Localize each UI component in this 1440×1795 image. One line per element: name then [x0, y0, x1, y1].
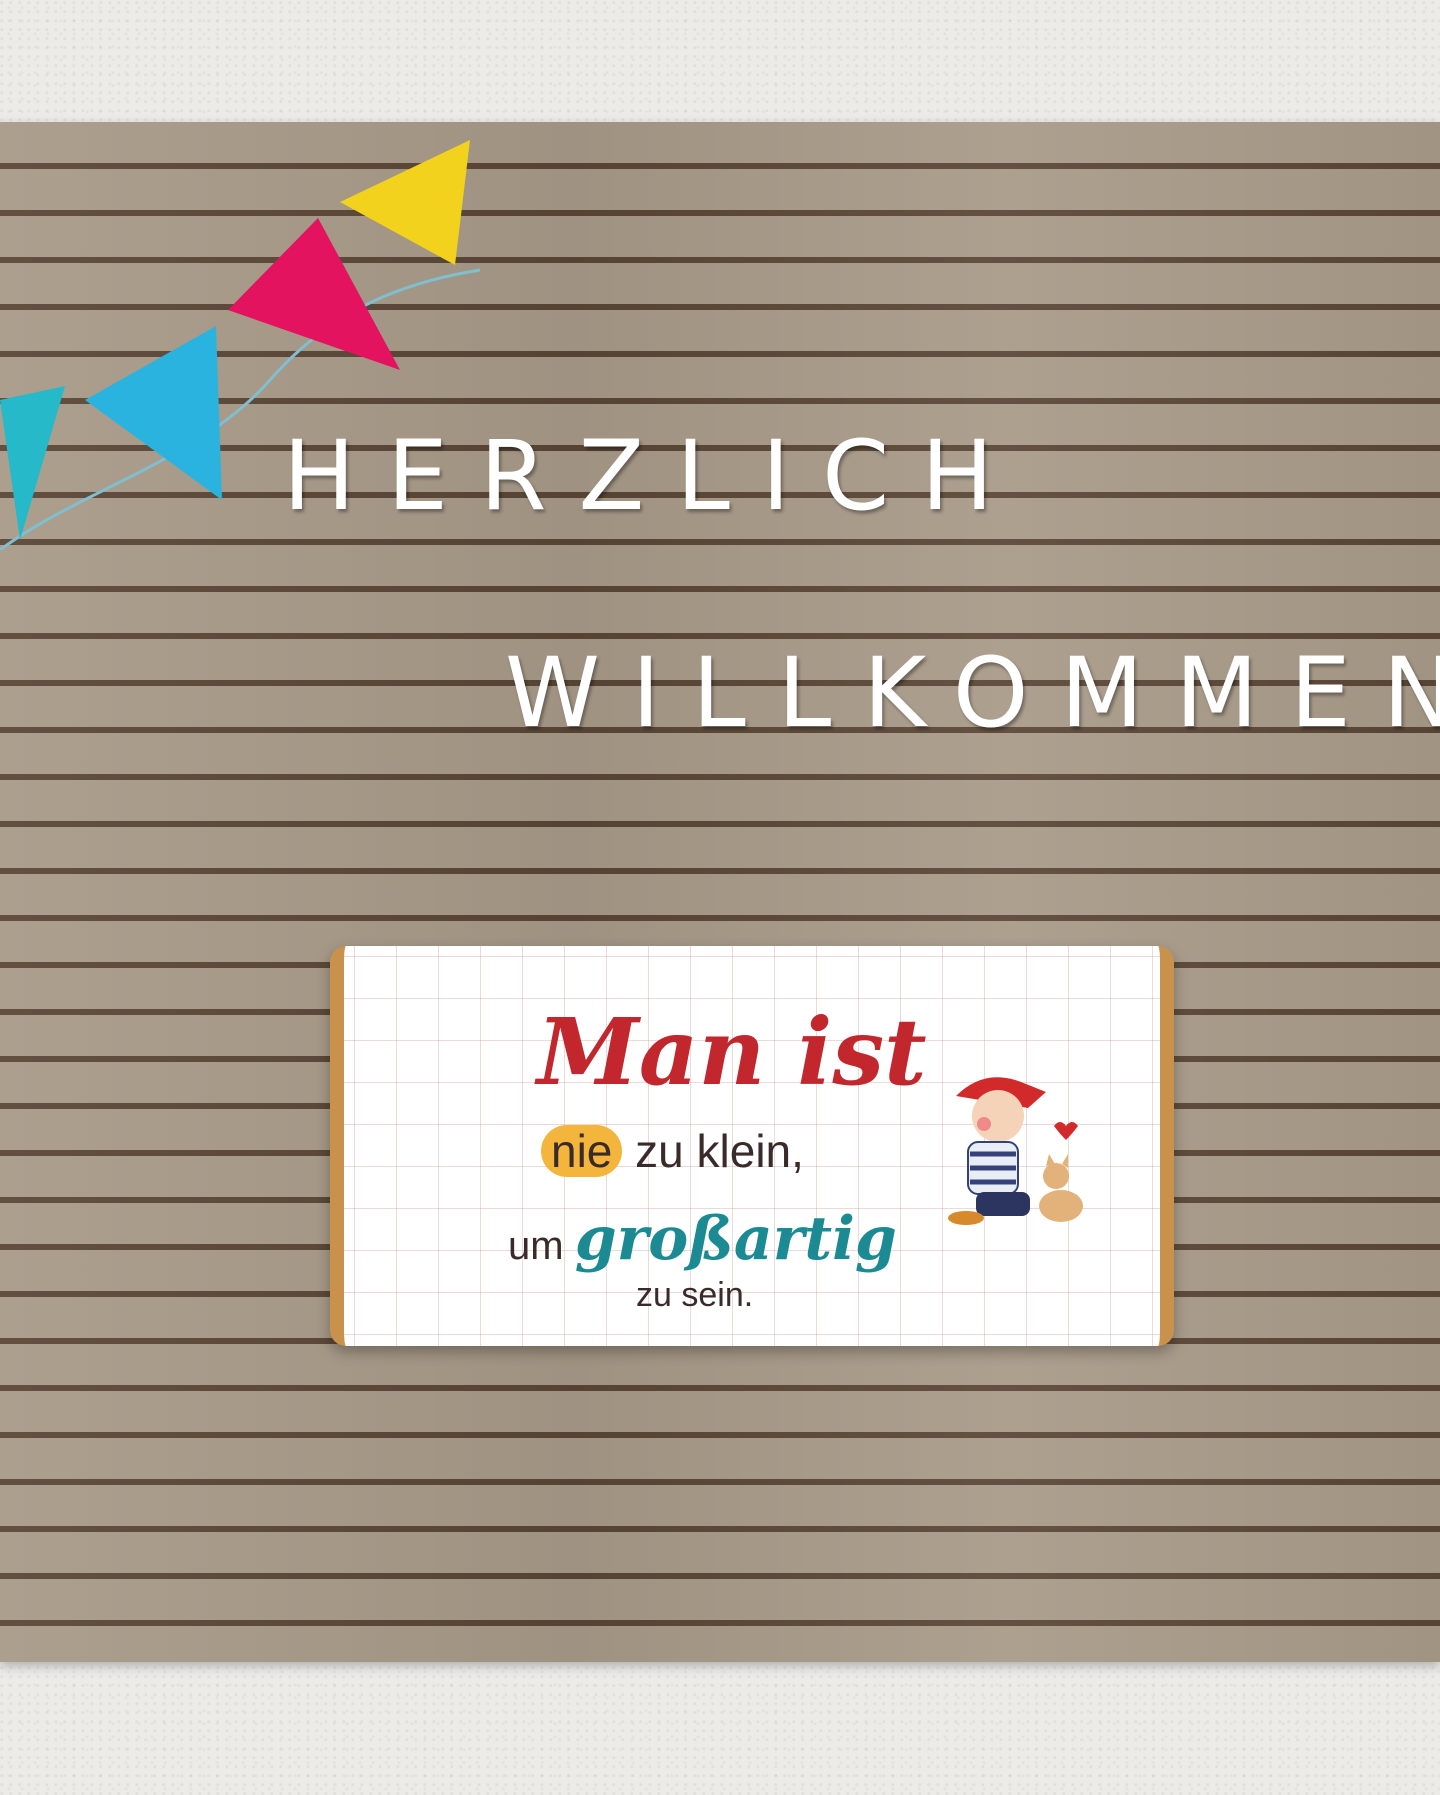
- flag-pink: [228, 218, 400, 370]
- quote-emphasis-word: großartig: [574, 1204, 897, 1274]
- flag-yellow: [340, 140, 470, 265]
- quote-highlight: nie: [541, 1125, 623, 1177]
- quote-line-2-rest: zu klein,: [635, 1125, 804, 1177]
- chocolate-wrapper-card: Man ist nie zu klein, um großartig zu se…: [330, 946, 1174, 1346]
- flag-blue: [85, 326, 222, 500]
- quote-line-3: um großartig: [508, 1204, 897, 1274]
- board-text-willkommen: WILLKOMMEN: [505, 637, 1440, 749]
- quote-line-2: nie zu klein,: [541, 1124, 804, 1178]
- board-text-herzlich: HERZLICH: [283, 420, 1026, 532]
- quote-line-3-prefix: um: [508, 1224, 564, 1268]
- pirate-kid-and-cat-illustration: [948, 1077, 1083, 1225]
- quote-line-4: zu sein.: [636, 1276, 754, 1314]
- quote-line-1: Man ist: [537, 998, 927, 1106]
